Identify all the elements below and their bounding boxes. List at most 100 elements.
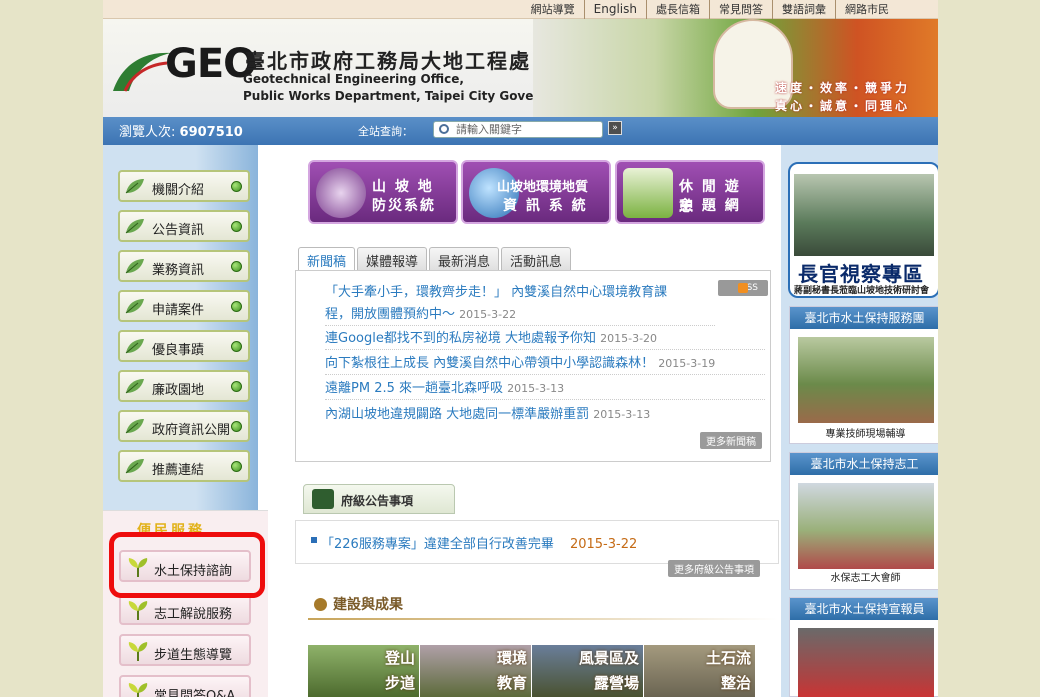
- green-dot-icon: [231, 461, 242, 472]
- achievements-title: 建設與成果: [333, 597, 403, 613]
- gov-notice-item-title: 「226服務專案」違建全部自行改善完畢: [321, 537, 554, 552]
- tab-events[interactable]: 活動訊息: [501, 247, 572, 271]
- visitor-counter: 瀏覽人次: 6907510: [119, 121, 243, 140]
- news-date: 2015-3-19: [658, 357, 716, 370]
- board-icon: [312, 489, 334, 509]
- reporter-panel[interactable]: 臺北市水土保持宣報員: [789, 597, 938, 697]
- info-search-bar: 瀏覽人次: 6907510 全站查詢： 請輸入關鍵字 »: [103, 117, 938, 145]
- leaf-icon: [125, 259, 144, 274]
- top-link-netizen[interactable]: 網路市民: [835, 0, 898, 19]
- news-item[interactable]: 遠離PM 2.5 來一趟臺北森呼吸 2015-3-13: [325, 377, 765, 400]
- news-title: 向下紮根往上成長 內雙溪自然中心帶領中小學認識森林！: [325, 356, 655, 371]
- nav-item-integrity[interactable]: 廉政園地: [118, 370, 250, 402]
- org-name-cn: 臺北市政府工務局大地工程處: [245, 49, 531, 73]
- service-label: 常見問答Q&A: [154, 689, 236, 697]
- system-leisure[interactable]: 休 閒 遊 憩 主 題 網: [615, 160, 765, 224]
- nav-item-about[interactable]: 機關介紹: [118, 170, 250, 202]
- news-item[interactable]: 向下紮根往上成長 內雙溪自然中心帶領中小學認識森林！ 2015-3-19: [325, 352, 765, 375]
- volunteer-header: 臺北市水土保持志工: [790, 453, 938, 475]
- volunteer-panel[interactable]: 臺北市水土保持志工 水保志工大會師: [789, 452, 938, 590]
- highlight-annotation-ring: [109, 532, 265, 598]
- news-item[interactable]: 內湖山坡地違規闢路 大地處同一標準嚴辦重罰 2015-3-13: [325, 403, 765, 425]
- nav-item-business[interactable]: 業務資訊: [118, 250, 250, 282]
- tab-latest-news[interactable]: 最新消息: [429, 247, 500, 271]
- system-slope-geology[interactable]: 山坡地環境地質 資 訊 系 統: [461, 160, 611, 224]
- news-date: 2015-3-22: [459, 308, 517, 321]
- nav-item-label: 廉政園地: [152, 383, 205, 398]
- gov-notice-title: 府級公告事項: [341, 494, 414, 508]
- leaf-icon: [125, 339, 144, 354]
- banner-mascot-image: 速度・效率・競爭力 真心・誠意・同理心: [533, 19, 938, 117]
- banner-slogan-2: 真心・誠意・同理心: [774, 99, 910, 113]
- service-team-caption: 專業技師現場輔導: [825, 429, 906, 440]
- logo-swoosh-icon: [113, 52, 171, 92]
- tile-env-education[interactable]: 環境 教育: [420, 645, 531, 697]
- rss-button[interactable]: RSS: [718, 280, 768, 296]
- service-label: 志工解說服務: [154, 607, 233, 622]
- search-input[interactable]: 請輸入關鍵字: [433, 121, 603, 138]
- nav-item-announcements[interactable]: 公告資訊: [118, 210, 250, 242]
- tile-label-line2: 露營場: [593, 674, 639, 692]
- top-link-faq[interactable]: 常見問答: [709, 0, 772, 19]
- green-dot-icon: [231, 181, 242, 192]
- service-team-panel[interactable]: 臺北市水土保持服務團 專業技師現場輔導: [789, 306, 938, 444]
- tile-scenic-camping[interactable]: 風景區及 露營場: [532, 645, 643, 697]
- volunteer-caption: 水保志工大會師: [830, 573, 901, 584]
- nav-item-label: 業務資訊: [152, 263, 205, 278]
- achievements-divider: [308, 618, 778, 620]
- nav-item-excellence[interactable]: 優良事蹟: [118, 330, 250, 362]
- news-date: 2015-3-13: [507, 382, 565, 395]
- volunteer-photo: [798, 483, 934, 569]
- top-link-english[interactable]: English: [583, 0, 646, 19]
- nav-item-label: 申請案件: [152, 303, 205, 318]
- news-item[interactable]: 連Google都找不到的私房祕境 大地處報予你知 2015-3-20: [325, 327, 765, 350]
- top-link-director-mailbox[interactable]: 處長信箱: [646, 0, 709, 19]
- nav-item-applications[interactable]: 申請案件: [118, 290, 250, 322]
- top-link-sitemap[interactable]: 網站導覽: [522, 0, 584, 19]
- news-item[interactable]: 「大手牽小手，環教齊步走！」 內雙溪自然中心環境教育課 程，開放團體預約中～ 2…: [325, 281, 715, 326]
- search-go-button[interactable]: »: [608, 121, 622, 135]
- service-faq[interactable]: 常見問答Q&A: [119, 675, 251, 697]
- news-date: 2015-3-13: [593, 408, 651, 421]
- green-dot-icon: [231, 261, 242, 272]
- news-title-line2: 程，開放團體預約中～: [325, 307, 456, 322]
- nav-item-gov-info[interactable]: 政府資訊公開: [118, 410, 250, 442]
- top-link-glossary[interactable]: 雙語詞彙: [772, 0, 835, 19]
- tab-media-reports[interactable]: 媒體報導: [357, 247, 428, 271]
- news-tabs: 新聞稿 媒體報導 最新消息 活動訊息: [298, 247, 573, 272]
- service-trail-tour[interactable]: 步道生態導覽: [119, 634, 251, 666]
- search-icon: [439, 124, 449, 134]
- leaf-icon: [125, 459, 144, 474]
- tile-debris-flow[interactable]: 土石流 整治: [644, 645, 755, 697]
- system-title-line2: 資 訊 系 統: [503, 198, 588, 214]
- green-dot-icon: [231, 341, 242, 352]
- banner-slogan-1: 速度・效率・競爭力: [774, 81, 910, 95]
- page: 網站導覽 English 處長信箱 常見問答 雙語詞彙 網路市民 GEO 臺北市…: [103, 0, 938, 697]
- service-team-header: 臺北市水土保持服務團: [790, 307, 938, 329]
- sprout-icon: [128, 642, 148, 661]
- top-link-bar: 網站導覽 English 處長信箱 常見問答 雙語詞彙 網路市民: [103, 0, 938, 19]
- sprout-icon: [128, 601, 148, 620]
- news-title: 遠離PM 2.5 來一趟臺北森呼吸: [325, 381, 503, 396]
- system-slope-disaster[interactable]: 山 坡 地 防災系統: [308, 160, 458, 224]
- tile-label-line1: 登山: [384, 649, 415, 667]
- tile-label-line2: 步道: [384, 674, 415, 692]
- green-dot-icon: [231, 421, 242, 432]
- nav-item-label: 優良事蹟: [152, 343, 205, 358]
- tile-hiking-trails[interactable]: 登山 步道: [308, 645, 419, 697]
- nav-item-label: 公告資訊: [152, 223, 205, 238]
- green-dot-icon: [231, 221, 242, 232]
- leaf-icon: [125, 219, 144, 234]
- gov-notice-item[interactable]: 「226服務專案」違建全部自行改善完畢 2015-3-22: [321, 533, 637, 552]
- more-gov-notice-button[interactable]: 更多府級公告事項: [668, 560, 760, 577]
- system-title-line1: 山 坡 地: [372, 179, 434, 195]
- tile-label-line1: 風景區及: [578, 649, 639, 667]
- nav-item-links[interactable]: 推薦連結: [118, 450, 250, 482]
- leaf-icon: [125, 379, 144, 394]
- leaf-icon: [125, 179, 144, 194]
- tab-press-release[interactable]: 新聞稿: [298, 247, 356, 272]
- officer-inspection-banner[interactable]: 長官視察專區 蔣副秘書長蒞臨山坡地技術研討會: [788, 162, 938, 298]
- service-label: 步道生態導覽: [154, 648, 233, 663]
- gov-notice-header: 府級公告事項: [303, 484, 455, 514]
- more-news-button[interactable]: 更多新聞稿: [700, 432, 762, 449]
